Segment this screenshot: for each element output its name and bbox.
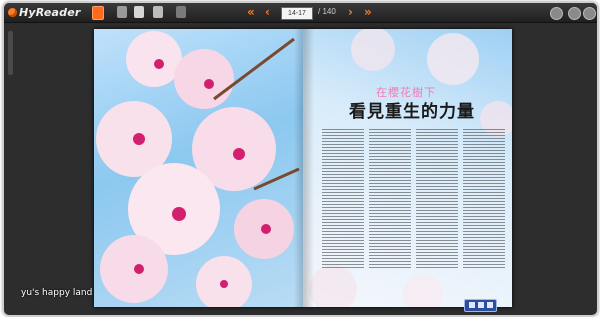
page-view-button[interactable]: [153, 6, 163, 18]
reader-window: HyReader « ‹ / 140 › »: [3, 2, 598, 316]
close-icon[interactable]: [583, 7, 596, 20]
home-button[interactable]: [92, 6, 104, 20]
settings-icon[interactable]: [550, 7, 563, 20]
page-gutter: [294, 29, 314, 307]
sidebar-handle[interactable]: [8, 31, 13, 75]
zoom-in-icon[interactable]: [487, 302, 493, 308]
cloud-icon[interactable]: [568, 7, 581, 20]
prev-page-button[interactable]: ‹: [265, 5, 270, 19]
right-page: 在櫻花樹下 看見重生的力量: [303, 29, 512, 307]
first-page-button[interactable]: «: [247, 5, 255, 19]
text-column: [463, 129, 505, 269]
text-column: [322, 129, 364, 269]
zoom-out-icon[interactable]: [469, 302, 475, 308]
grid-view-button[interactable]: [117, 6, 127, 18]
page-total: / 140: [318, 7, 336, 16]
app-logo: HyReader: [8, 5, 81, 20]
magazine-spread: 在櫻花樹下 看見重生的力量: [94, 29, 512, 307]
zoom-controls[interactable]: [464, 299, 497, 312]
article-title: 看見重生的力量: [349, 102, 475, 122]
last-page-button[interactable]: »: [364, 5, 372, 19]
cherry-blossom-photo: [96, 31, 300, 307]
text-column: [369, 129, 411, 269]
left-page: [94, 29, 303, 307]
logo-icon: [8, 8, 17, 17]
app-name: HyReader: [19, 6, 81, 19]
page-number-input[interactable]: [281, 7, 313, 20]
watermark: yu's happy land: [21, 288, 93, 298]
document-button[interactable]: [134, 6, 144, 18]
toolbar: HyReader « ‹ / 140 › »: [4, 3, 597, 23]
next-page-button[interactable]: ›: [348, 5, 353, 19]
tools-button[interactable]: [176, 6, 186, 18]
text-column: [416, 129, 458, 269]
zoom-reset-icon[interactable]: [478, 302, 484, 308]
